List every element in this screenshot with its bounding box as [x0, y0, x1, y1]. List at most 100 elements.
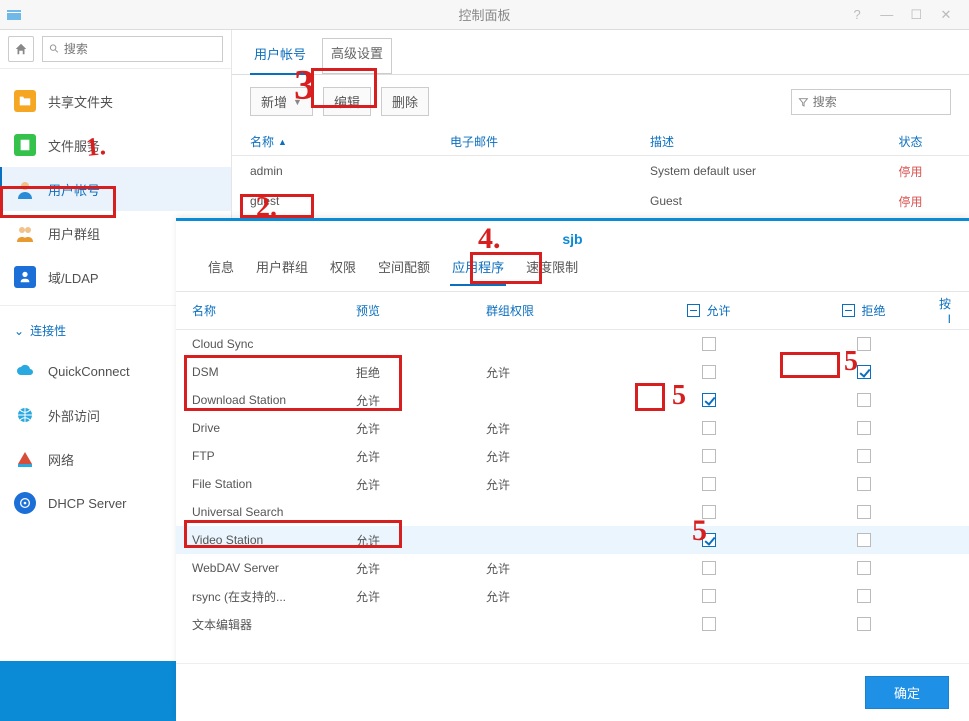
- globe-icon: [14, 404, 36, 426]
- allow-checkbox[interactable]: [702, 393, 716, 407]
- col-status[interactable]: 状态: [870, 133, 951, 150]
- deny-checkbox[interactable]: [857, 393, 871, 407]
- add-button[interactable]: 新增▼: [250, 87, 313, 116]
- col-app-byip[interactable]: 按 I: [939, 295, 959, 326]
- folder-icon: [14, 90, 36, 112]
- chevron-down-icon: ▼: [293, 97, 302, 107]
- sidebar-search[interactable]: [42, 36, 223, 62]
- appgrid-body: Cloud SyncDSM拒绝允许Download Station允许Drive…: [176, 330, 969, 663]
- home-button[interactable]: [8, 36, 34, 62]
- allow-checkbox[interactable]: [702, 533, 716, 547]
- ok-button[interactable]: 确定: [865, 676, 949, 709]
- modal-tab[interactable]: 用户群组: [254, 253, 310, 285]
- tab-advanced[interactable]: 高级设置: [322, 38, 392, 74]
- col-app-group[interactable]: 群组权限: [486, 302, 629, 319]
- allow-checkbox[interactable]: [702, 365, 716, 379]
- app-row[interactable]: File Station允许允许: [176, 470, 969, 498]
- user-icon: [14, 178, 36, 200]
- ldap-icon: [14, 266, 36, 288]
- col-app-allow[interactable]: 允许: [629, 302, 789, 319]
- delete-button[interactable]: 删除: [381, 87, 429, 116]
- sidebar-item-label: 用户群组: [48, 224, 100, 243]
- window-title: 控制面板: [458, 5, 510, 24]
- modal-tab[interactable]: 权限: [328, 253, 358, 285]
- col-app-name[interactable]: 名称: [186, 302, 356, 319]
- deny-checkbox[interactable]: [857, 533, 871, 547]
- dhcp-icon: [14, 492, 36, 514]
- app-row[interactable]: Cloud Sync: [176, 330, 969, 358]
- allow-checkbox[interactable]: [702, 337, 716, 351]
- app-row[interactable]: Video Station允许: [176, 526, 969, 554]
- deny-checkbox[interactable]: [857, 337, 871, 351]
- modal-tab[interactable]: 速度限制: [524, 253, 580, 285]
- sidebar-item-label: 共享文件夹: [48, 92, 113, 111]
- deny-checkbox[interactable]: [857, 617, 871, 631]
- app-row[interactable]: rsync (在支持的...允许允许: [176, 582, 969, 610]
- group-icon: [14, 222, 36, 244]
- deny-checkbox[interactable]: [857, 365, 871, 379]
- allow-checkbox[interactable]: [702, 421, 716, 435]
- col-app-deny[interactable]: 拒绝: [789, 302, 939, 319]
- funnel-icon: [798, 96, 809, 108]
- app-row[interactable]: Universal Search: [176, 498, 969, 526]
- allow-checkbox[interactable]: [702, 449, 716, 463]
- header-checkbox-icon[interactable]: [842, 304, 855, 317]
- modal-tab[interactable]: 空间配额: [376, 253, 432, 285]
- sidebar-item-shared-folder[interactable]: 共享文件夹: [0, 79, 231, 123]
- sidebar-search-input[interactable]: [64, 42, 216, 56]
- allow-checkbox[interactable]: [702, 561, 716, 575]
- app-row[interactable]: DSM拒绝允许: [176, 358, 969, 386]
- filter-input[interactable]: [813, 95, 944, 109]
- deny-checkbox[interactable]: [857, 561, 871, 575]
- col-email[interactable]: 电子邮件: [450, 133, 650, 150]
- toolbar: 新增▼ 编辑 删除: [232, 75, 969, 128]
- sidebar-item-label: 外部访问: [48, 406, 100, 425]
- tab-user[interactable]: 用户帐号: [250, 38, 310, 75]
- sidebar-item-user[interactable]: 用户帐号: [0, 167, 231, 211]
- close-icon[interactable]: ✕: [939, 7, 953, 23]
- sidebar-item-label: 文件服务: [48, 136, 100, 155]
- header-checkbox-icon[interactable]: [687, 304, 700, 317]
- col-name[interactable]: 名称 ▲: [250, 133, 450, 150]
- filter-search[interactable]: [791, 89, 951, 115]
- window-controls: ? — ☐ ✕: [844, 7, 969, 23]
- help-icon[interactable]: ?: [850, 7, 864, 22]
- app-row[interactable]: Drive允许允许: [176, 414, 969, 442]
- allow-checkbox[interactable]: [702, 617, 716, 631]
- minimize-icon[interactable]: —: [880, 7, 894, 22]
- sidebar-item-label: QuickConnect: [48, 364, 130, 379]
- sidebar-item-label: 域/LDAP: [48, 268, 99, 287]
- col-desc[interactable]: 描述: [650, 133, 870, 150]
- sidebar-item-label: 用户帐号: [48, 180, 100, 199]
- app-icon: [6, 7, 22, 23]
- deny-checkbox[interactable]: [857, 477, 871, 491]
- table-row[interactable]: guestGuest停用: [232, 186, 969, 216]
- allow-checkbox[interactable]: [702, 589, 716, 603]
- modal-title: sjb: [176, 221, 969, 253]
- chevron-down-icon: ⌄: [14, 324, 24, 338]
- table-row[interactable]: adminSystem default user停用: [232, 156, 969, 186]
- sidebar-item-file-services[interactable]: 文件服务: [0, 123, 231, 167]
- allow-checkbox[interactable]: [702, 505, 716, 519]
- network-icon: [14, 448, 36, 470]
- main-tabs: 用户帐号 高级设置: [232, 30, 969, 75]
- modal-tab[interactable]: 信息: [206, 253, 236, 285]
- deny-checkbox[interactable]: [857, 449, 871, 463]
- app-row[interactable]: FTP允许允许: [176, 442, 969, 470]
- sidebar-item-label: 网络: [48, 450, 74, 469]
- app-row[interactable]: WebDAV Server允许允许: [176, 554, 969, 582]
- titlebar: 控制面板 ? — ☐ ✕: [0, 0, 969, 30]
- allow-checkbox[interactable]: [702, 477, 716, 491]
- deny-checkbox[interactable]: [857, 505, 871, 519]
- edit-button[interactable]: 编辑: [323, 87, 371, 116]
- deny-checkbox[interactable]: [857, 589, 871, 603]
- modal-tab[interactable]: 应用程序: [450, 253, 506, 286]
- app-row[interactable]: 文本编辑器: [176, 610, 969, 638]
- col-app-preview[interactable]: 预览: [356, 302, 486, 319]
- modal-tabs: 信息用户群组权限空间配额应用程序速度限制: [176, 253, 969, 292]
- maximize-icon[interactable]: ☐: [909, 7, 923, 23]
- file-service-icon: [14, 134, 36, 156]
- app-row[interactable]: Download Station允许: [176, 386, 969, 414]
- sort-asc-icon: ▲: [278, 137, 287, 147]
- deny-checkbox[interactable]: [857, 421, 871, 435]
